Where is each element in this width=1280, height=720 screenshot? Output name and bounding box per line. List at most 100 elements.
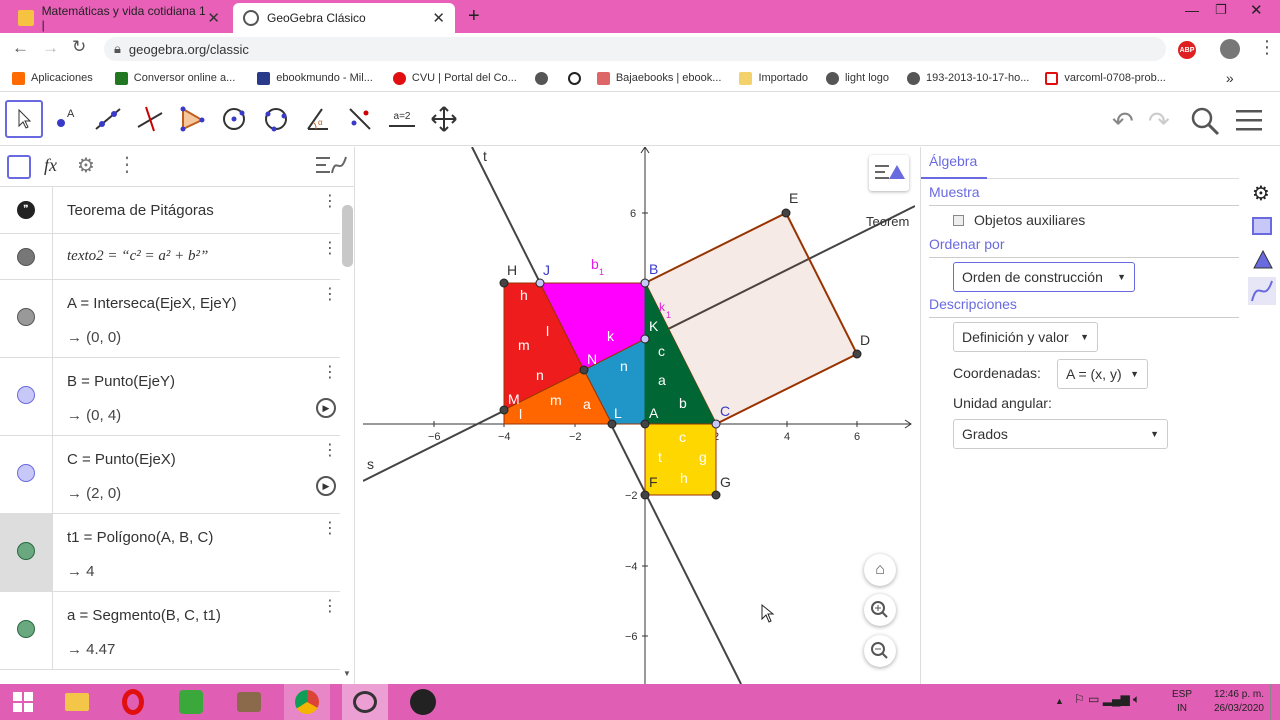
algebra-toggle-icon[interactable]: [7, 155, 31, 179]
geogebra-taskbar-icon[interactable]: [342, 684, 388, 720]
move-tool-icon[interactable]: [5, 100, 43, 138]
close-tab-icon[interactable]: ✕: [432, 9, 445, 27]
point-A[interactable]: [640, 419, 650, 429]
gear-icon[interactable]: ⚙: [1252, 181, 1270, 206]
obs-icon[interactable]: [400, 684, 446, 720]
visibility-toggle[interactable]: [17, 308, 35, 326]
play-icon[interactable]: ▶: [316, 398, 336, 418]
zoom-out-icon[interactable]: [864, 635, 896, 667]
adblock-icon[interactable]: ABP: [1178, 41, 1196, 59]
row-menu-icon[interactable]: ⋮: [322, 365, 338, 381]
play-icon[interactable]: ▶: [316, 476, 336, 496]
point-C[interactable]: [711, 419, 721, 429]
point-L[interactable]: [607, 419, 617, 429]
visibility-toggle[interactable]: [17, 542, 35, 560]
redo-icon[interactable]: ↷: [1148, 106, 1170, 137]
graphics-view[interactable]: −6 −4 −2 2 4 6 6 −2 −4 −6 t: [363, 147, 915, 684]
forward-icon[interactable]: →: [42, 38, 59, 58]
back-icon[interactable]: ←: [12, 38, 29, 58]
bookmark-item[interactable]: 193-2013-10-17-ho...: [907, 71, 1029, 85]
minimize-icon[interactable]: —: [1185, 2, 1199, 18]
row-menu-icon[interactable]: ⋮: [322, 599, 338, 615]
row-menu-icon[interactable]: ⋮: [322, 194, 338, 210]
visibility-toggle[interactable]: [17, 620, 35, 638]
windows-start-icon[interactable]: [0, 684, 46, 720]
circle-3points-tool-icon[interactable]: [257, 100, 295, 138]
chrome-icon[interactable]: [284, 684, 330, 720]
circle-tool-icon[interactable]: [215, 100, 253, 138]
home-icon[interactable]: ⌂: [864, 554, 896, 586]
algebra-row-C[interactable]: C = Punto(EjeX) → (2, 0) ⋮ ▶: [0, 436, 340, 514]
fx-icon[interactable]: fx: [44, 155, 57, 176]
row-menu-icon[interactable]: ⋮: [322, 443, 338, 459]
visibility-toggle[interactable]: [17, 386, 35, 404]
point-G[interactable]: [711, 490, 721, 500]
slider-tool-icon[interactable]: a=2: [383, 100, 421, 138]
search-icon[interactable]: [1190, 106, 1220, 139]
undo-icon[interactable]: ↶: [1112, 106, 1134, 137]
show-desktop[interactable]: [1270, 684, 1271, 720]
url-field[interactable]: 🔒︎ geogebra.org/classic: [104, 37, 1166, 61]
bookmark-item[interactable]: [567, 71, 587, 85]
point-H[interactable]: [499, 278, 509, 288]
tab-algebra[interactable]: Álgebra: [929, 153, 977, 169]
new-tab-icon[interactable]: +: [468, 5, 480, 28]
point-D[interactable]: [852, 349, 862, 359]
coordinates-select[interactable]: A = (x, y) ▼: [1057, 359, 1148, 389]
recycle-app-icon[interactable]: [168, 684, 214, 720]
move-graphics-tool-icon[interactable]: [425, 100, 463, 138]
kebab-icon[interactable]: ⋮: [117, 152, 137, 177]
bookmark-item[interactable]: ebookmundo - Mil...: [257, 71, 373, 85]
avatar[interactable]: [1220, 39, 1240, 59]
triangle-settings-icon[interactable]: [1252, 249, 1274, 274]
zoom-in-icon[interactable]: [864, 594, 896, 626]
algebra-row-a[interactable]: a = Segmento(B, C, t1) → 4.47 ⋮: [0, 592, 340, 670]
reflect-tool-icon[interactable]: [341, 100, 379, 138]
reload-icon[interactable]: ↻: [72, 37, 86, 57]
perpendicular-tool-icon[interactable]: [131, 100, 169, 138]
bookmark-item[interactable]: varcoml-0708-prob...: [1045, 71, 1166, 85]
language-indicator[interactable]: ESP IN: [1172, 688, 1192, 716]
point-K[interactable]: [640, 334, 650, 344]
aux-objects-checkbox[interactable]: [953, 215, 964, 226]
menu-icon[interactable]: ⋮: [1258, 37, 1276, 58]
bookmark-item[interactable]: light logo: [825, 71, 889, 85]
scrollbar-thumb[interactable]: [342, 205, 353, 267]
browser-tab-1[interactable]: Matemáticas y vida cotidiana 1 | ✕: [8, 3, 230, 33]
gear-icon[interactable]: ⚙: [77, 153, 95, 178]
point-J[interactable]: [535, 278, 545, 288]
tray-up-icon[interactable]: ▲: [1055, 696, 1064, 706]
bookmark-item[interactable]: Conversor online a...: [114, 71, 235, 85]
point-M[interactable]: [499, 405, 509, 415]
point-tool-icon[interactable]: A: [47, 100, 85, 138]
close-window-icon[interactable]: ✕: [1250, 1, 1263, 19]
point-F[interactable]: [640, 490, 650, 500]
browser-tab-2[interactable]: GeoGebra Clásico ✕: [233, 3, 455, 33]
bookmark-folder[interactable]: Importado: [739, 71, 808, 85]
clock[interactable]: 12:46 p. m. 26/03/2020: [1200, 688, 1264, 716]
opera-icon[interactable]: [110, 684, 156, 720]
angle-tool-icon[interactable]: α: [299, 100, 337, 138]
point-E[interactable]: [781, 208, 791, 218]
more-bookmarks-icon[interactable]: »: [1226, 70, 1234, 86]
polygon-tool-icon[interactable]: [173, 100, 211, 138]
algebra-row-text2[interactable]: texto2 = “c² = a² + b²” ⋮: [0, 234, 340, 280]
point-N[interactable]: [579, 365, 589, 375]
bookmark-apps[interactable]: Aplicaciones: [12, 71, 93, 85]
point-B[interactable]: [640, 278, 650, 288]
file-explorer-icon[interactable]: [54, 684, 100, 720]
line-tool-icon[interactable]: [89, 100, 127, 138]
order-select[interactable]: Orden de construcción ▼: [953, 262, 1135, 292]
bookmark-item[interactable]: Bajaebooks | ebook...: [596, 71, 721, 85]
algebra-row-t1[interactable]: t1 = Polígono(A, B, C) → 4 ⋮: [0, 514, 340, 592]
scroll-down-icon[interactable]: ▼: [343, 669, 351, 678]
algebra-settings-icon[interactable]: [1248, 277, 1276, 305]
restore-icon[interactable]: ❐: [1215, 2, 1227, 18]
algebra-row-text[interactable]: ❞ Teorema de Pitágoras ⋮: [0, 187, 340, 234]
bookmark-item[interactable]: CVU | Portal del Co...: [392, 71, 517, 85]
description-select[interactable]: Definición y valor ▼: [953, 322, 1098, 352]
row-menu-icon[interactable]: ⋮: [322, 241, 338, 257]
graphics-settings-icon[interactable]: [1252, 217, 1272, 235]
visibility-toggle[interactable]: [17, 248, 35, 266]
row-menu-icon[interactable]: ⋮: [322, 521, 338, 537]
